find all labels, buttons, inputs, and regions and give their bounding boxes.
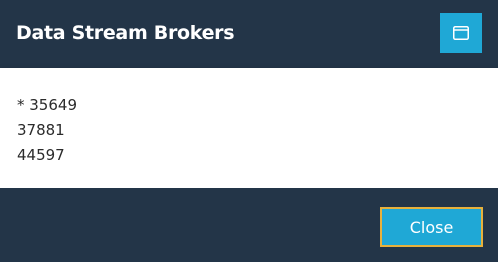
broker-item: 44597 — [17, 146, 65, 164]
dialog-title: Data Stream Brokers — [16, 22, 235, 44]
data-stream-brokers-dialog: Data Stream Brokers * 35649 37881 44597 … — [0, 0, 498, 262]
dialog-body: * 35649 37881 44597 — [0, 68, 498, 188]
broker-list: * 35649 37881 44597 — [17, 93, 77, 168]
dialog-header: Data Stream Brokers — [0, 0, 498, 68]
dialog-footer: Close — [0, 188, 498, 262]
broker-item: * 35649 — [17, 96, 77, 114]
maximize-button[interactable] — [440, 13, 482, 53]
window-maximize-icon — [453, 26, 469, 40]
close-button[interactable]: Close — [380, 207, 483, 247]
broker-item: 37881 — [17, 121, 65, 139]
